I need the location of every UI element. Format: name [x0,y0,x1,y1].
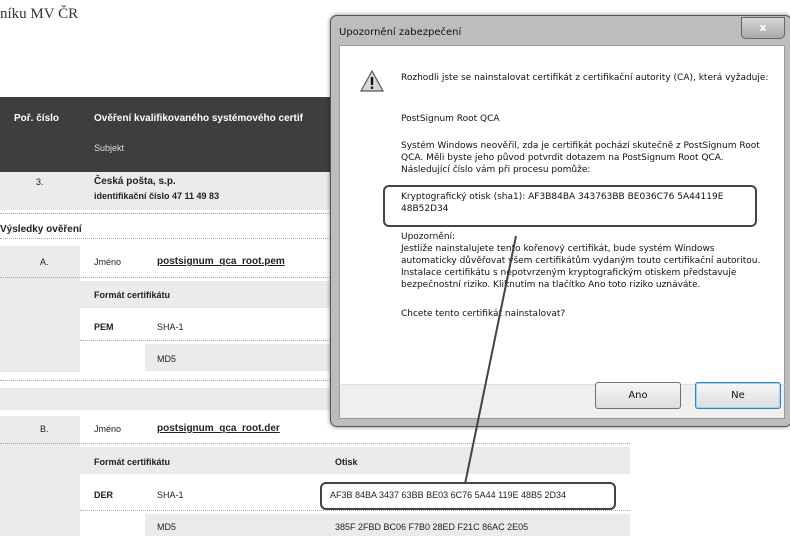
subject-name: Česká pošta, s.p. [94,176,176,187]
section-b-gutter [0,416,80,536]
close-button[interactable]: x [741,17,785,39]
verification-notice: Systém Windows neověřil, zda je certifik… [401,141,760,175]
table-row: 3. Česká pošta, s.p. identifikační číslo… [0,172,330,210]
sha1-label: SHA-1 [157,322,184,332]
format-label: Formát certifikátu [94,457,171,467]
name-label: Jméno [94,257,122,267]
install-question: Chcete tento certifikát nainstalovat? [401,309,566,319]
column-header-number: Poř. číslo [14,113,60,124]
format-value: DER [94,490,114,500]
md5-label: MD5 [157,354,177,364]
yes-button[interactable]: Ano [595,382,681,409]
column-header-subject: Subjekt [94,143,125,153]
ca-name: PostSignum Root QCA [401,114,500,124]
file-link-der[interactable]: postsignum_qca_root.der [157,423,280,434]
subject-id: identifikační číslo 47 11 49 83 [94,191,220,201]
name-label: Jméno [94,424,122,434]
thumbprint-highlight-box [383,185,757,227]
security-warning-dialog: Upozornění zabezpečení x Rozhodli jste s… [330,15,790,427]
md5-label: MD5 [157,522,177,532]
row-number: 3. [36,177,44,187]
otisk-label: Otisk [335,457,358,467]
file-link-pem[interactable]: postsignum_qca_root.pem [157,256,285,267]
page-title: níku MV ČR [0,6,79,22]
warning-heading: Upozornění: [401,232,456,242]
md5-value: 385F 2FBD BC06 F7B0 28ED F21C 86AC 2E05 [335,522,529,532]
format-label: Formát certifikátu [94,290,171,300]
sha1-label: SHA-1 [157,490,184,500]
results-heading: Výsledky ověření [0,224,82,235]
warning-text: Jestliže nainstalujete tento kořenový ce… [401,244,761,290]
no-button[interactable]: Ne [695,382,781,409]
section-a-letter: A. [40,257,49,267]
spacer-row [0,388,330,410]
dialog-body: Rozhodli jste se nainstalovat certifikát… [339,45,785,386]
warning-icon [360,70,384,92]
sha1-highlight-box [320,482,616,510]
section-b-letter: B. [40,424,49,434]
column-header-verification: Ověření kvalifikovaného systémového cert… [94,113,303,124]
close-icon: x [759,21,767,34]
table-header: Poř. číslo Ověření kvalifikovaného systé… [0,97,330,172]
format-value: PEM [94,322,114,332]
dialog-title: Upozornění zabezpečení [339,27,462,38]
dialog-intro: Rozhodli jste se nainstalovat certifikát… [401,73,769,83]
